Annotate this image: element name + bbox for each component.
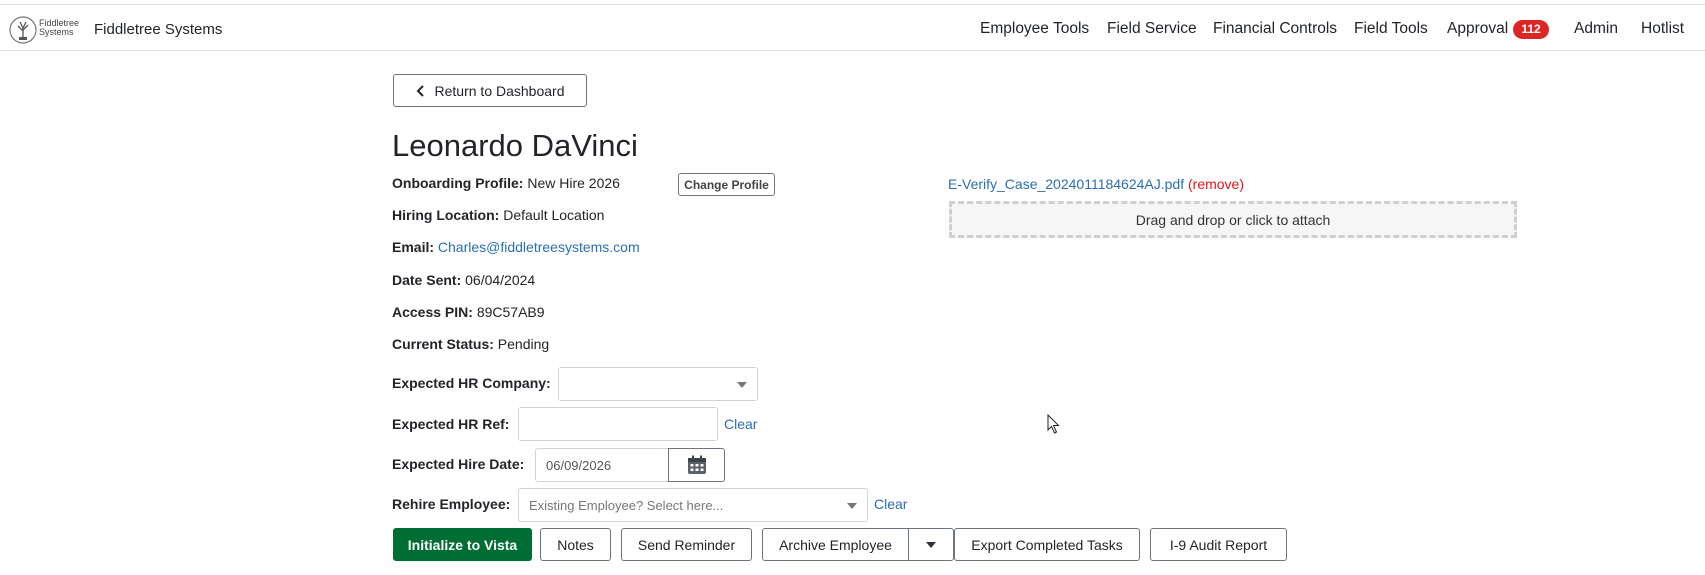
hire-date-value: 06/09/2026 bbox=[546, 457, 612, 473]
hr-ref-label: Expected HR Ref: bbox=[392, 416, 510, 432]
hire-date-input[interactable]: 06/09/2026 bbox=[535, 448, 669, 482]
nav-field-service[interactable]: Field Service bbox=[1107, 20, 1197, 38]
current-status-value: Pending bbox=[497, 336, 550, 352]
access-pin-label: Access PIN: bbox=[392, 304, 473, 320]
i9-audit-report-button[interactable]: I-9 Audit Report bbox=[1150, 528, 1287, 561]
send-reminder-button[interactable]: Send Reminder bbox=[621, 528, 752, 561]
attachment-remove-link[interactable]: (remove) bbox=[1188, 176, 1244, 192]
hiring-location-value: Default Location bbox=[503, 207, 605, 223]
approval-count-badge: 112 bbox=[1513, 20, 1549, 39]
return-to-dashboard-button[interactable]: Return to Dashboard bbox=[393, 74, 587, 107]
date-sent-row: Date Sent: 06/04/2024 bbox=[392, 272, 535, 288]
hiring-location-label: Hiring Location: bbox=[392, 207, 500, 223]
rehire-employee-select[interactable]: Existing Employee? Select here... bbox=[518, 488, 868, 522]
notes-button[interactable]: Notes bbox=[540, 528, 611, 561]
attachment-row: E-Verify_Case_2024011184624AJ.pdf (remov… bbox=[948, 176, 1244, 192]
initialize-to-vista-button[interactable]: Initialize to Vista bbox=[393, 528, 532, 561]
onboarding-profile-value: New Hire 2026 bbox=[527, 175, 620, 191]
hiring-location-row: Hiring Location: Default Location bbox=[392, 207, 604, 223]
access-pin-value: 89C57AB9 bbox=[476, 304, 545, 320]
onboarding-profile-label: Onboarding Profile: bbox=[392, 175, 524, 191]
top-navbar: Fiddletree Systems Fiddletree Systems Em… bbox=[0, 4, 1705, 51]
file-dropzone[interactable]: Drag and drop or click to attach bbox=[949, 201, 1517, 238]
current-status-row: Current Status: Pending bbox=[392, 336, 549, 352]
nav-hotlist[interactable]: Hotlist bbox=[1641, 20, 1684, 38]
brand-name[interactable]: Fiddletree Systems bbox=[94, 21, 222, 38]
nav-field-tools[interactable]: Field Tools bbox=[1354, 20, 1428, 38]
chevron-left-icon bbox=[416, 84, 424, 97]
hire-date-label-wrap: Expected Hire Date: bbox=[392, 456, 524, 472]
dropzone-label: Drag and drop or click to attach bbox=[1135, 211, 1331, 228]
hr-ref-clear-link[interactable]: Clear bbox=[724, 416, 757, 432]
email-label: Email: bbox=[392, 239, 435, 255]
nav-admin[interactable]: Admin bbox=[1574, 20, 1618, 38]
employee-name-heading: Leonardo DaVinci bbox=[392, 128, 638, 163]
date-sent-label: Date Sent: bbox=[392, 272, 462, 288]
archive-dropdown-toggle[interactable] bbox=[908, 528, 954, 561]
onboarding-profile-row: Onboarding Profile: New Hire 2026 bbox=[392, 175, 620, 191]
chevron-down-icon bbox=[847, 503, 857, 509]
hire-date-label: Expected Hire Date: bbox=[392, 456, 525, 472]
hr-company-select[interactable] bbox=[558, 367, 758, 401]
hr-company-label-wrap: Expected HR Company: bbox=[392, 375, 551, 391]
rehire-label: Rehire Employee: bbox=[392, 496, 511, 512]
archive-employee-button[interactable]: Archive Employee bbox=[762, 528, 909, 561]
caret-down-icon bbox=[926, 541, 936, 548]
logo-line-2: Systems bbox=[39, 27, 74, 37]
email-link[interactable]: Charles@fiddletreesystems.com bbox=[438, 239, 640, 255]
access-pin-row: Access PIN: 89C57AB9 bbox=[392, 304, 545, 320]
return-to-dashboard-label: Return to Dashboard bbox=[434, 82, 565, 99]
hr-ref-label-wrap: Expected HR Ref: bbox=[392, 416, 509, 432]
export-completed-tasks-button[interactable]: Export Completed Tasks bbox=[954, 528, 1140, 561]
nav-approval[interactable]: Approval bbox=[1447, 20, 1508, 38]
current-status-label: Current Status: bbox=[392, 336, 494, 352]
company-logo[interactable]: Fiddletree Systems bbox=[8, 15, 86, 45]
tree-logo-icon bbox=[9, 16, 37, 44]
email-row: Email: Charles@fiddletreesystems.com bbox=[392, 239, 640, 255]
logo-text: Fiddletree Systems bbox=[39, 19, 89, 37]
date-picker-button[interactable] bbox=[668, 448, 725, 482]
mouse-cursor-icon bbox=[1047, 414, 1060, 434]
nav-financial-controls[interactable]: Financial Controls bbox=[1213, 20, 1337, 38]
hr-company-label: Expected HR Company: bbox=[392, 375, 551, 391]
chevron-down-icon bbox=[737, 382, 747, 388]
date-sent-value: 06/04/2024 bbox=[465, 272, 536, 288]
hr-ref-input[interactable] bbox=[518, 407, 718, 441]
nav-employee-tools[interactable]: Employee Tools bbox=[980, 20, 1089, 38]
calendar-icon bbox=[687, 455, 706, 474]
rehire-label-wrap: Rehire Employee: bbox=[392, 496, 510, 512]
rehire-clear-link[interactable]: Clear bbox=[874, 496, 907, 512]
attachment-file-link[interactable]: E-Verify_Case_2024011184624AJ.pdf bbox=[948, 176, 1184, 192]
change-profile-button[interactable]: Change Profile bbox=[678, 173, 775, 196]
rehire-placeholder: Existing Employee? Select here... bbox=[529, 497, 724, 513]
